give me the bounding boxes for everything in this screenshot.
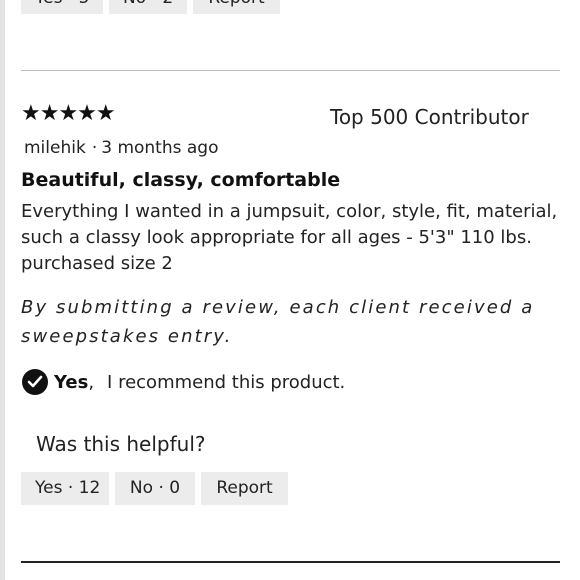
review-date: 3 months ago [101,138,219,158]
review-divider [21,70,560,71]
helpful-prompt: Was this helpful? [36,432,206,456]
helpful-yes-button[interactable]: Yes · 12 [21,472,109,505]
checkmark-glyph [27,375,43,388]
contributor-badge: Top 500 Contributor [330,105,529,129]
report-button[interactable]: Report [201,472,288,505]
previous-report-button[interactable]: Report [193,0,280,14]
previous-no-button[interactable]: No · 2 [109,0,187,14]
check-circle-icon [22,369,48,395]
review-body: Everything I wanted in a jumpsuit, color… [21,201,558,274]
review-title: Beautiful, classy, comfortable [21,169,341,191]
bottom-divider [21,561,560,563]
recommend-yes: Yes [54,371,89,393]
meta-separator: · [91,138,98,158]
recommend-text: I recommend this product. [107,371,346,393]
left-edge-border [0,0,5,580]
sweepstakes-disclaimer: By submitting a review, each client rece… [21,297,535,347]
review-author[interactable]: milehik [24,138,86,158]
helpful-no-button[interactable]: No · 0 [115,472,195,505]
previous-yes-button[interactable]: Yes · 5 [21,0,103,14]
review-meta: milehik · 3 months ago [24,138,218,158]
recommend-statement: Yes, I recommend this product. [22,368,345,396]
recommend-comma: , [88,371,95,393]
star-rating: ★★★★★ [21,101,116,126]
